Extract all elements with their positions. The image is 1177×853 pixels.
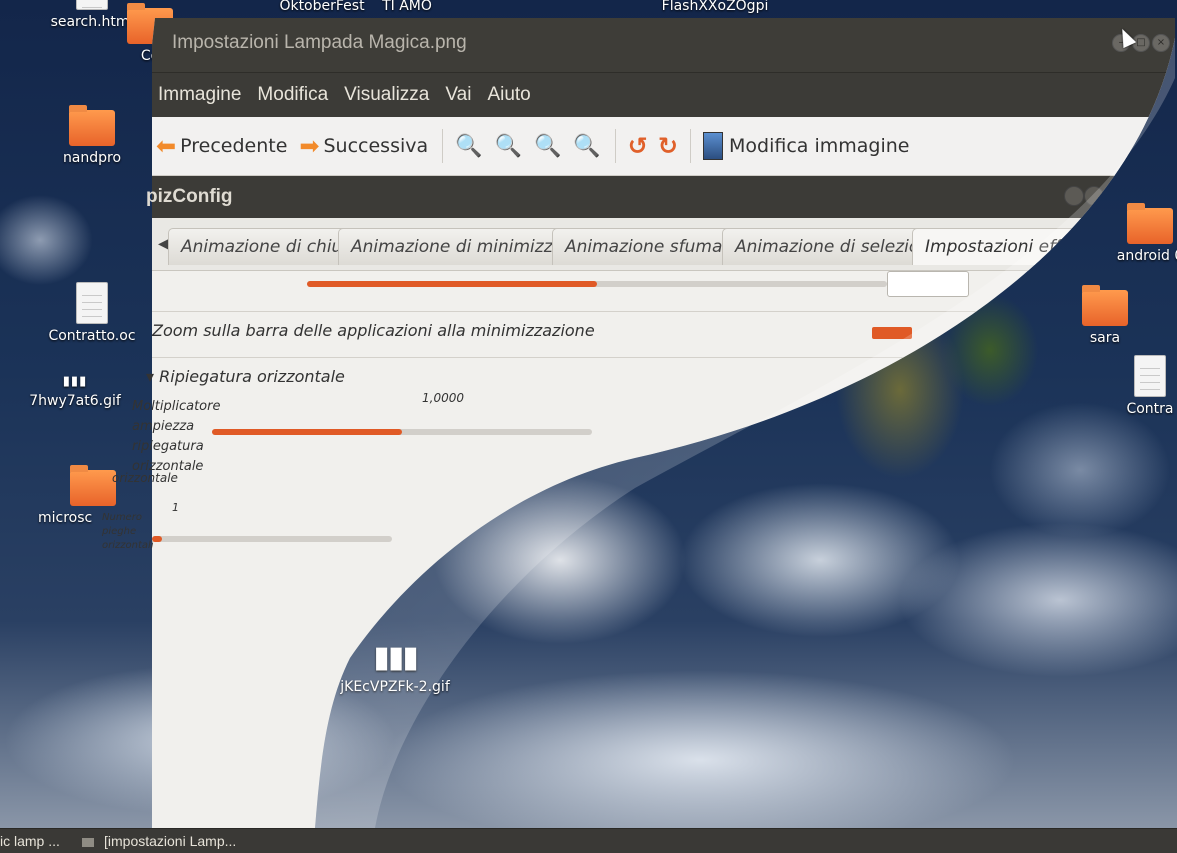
zoom-out-icon[interactable]: 🔍 bbox=[495, 134, 522, 159]
horizontal-label: orizzontale bbox=[112, 471, 178, 485]
menubar: Immagine Modifica Visualizza Vai Aiuto bbox=[152, 72, 1177, 117]
folds-slider-track bbox=[152, 536, 392, 542]
folder-icon bbox=[1082, 285, 1128, 326]
ccsm-tabbar: ◀ Animazione di chiusura Animazione di m… bbox=[152, 218, 1177, 271]
desktop-icon-android[interactable]: android 0 bbox=[1110, 203, 1177, 264]
window-icon bbox=[82, 837, 94, 847]
zoom-taskbar-toggle bbox=[872, 327, 912, 339]
edit-image-icon bbox=[703, 132, 723, 160]
desktop-icon-label: jKEcVPZFk-2.gif bbox=[340, 679, 450, 695]
menu-immagine[interactable]: Immagine bbox=[158, 84, 241, 106]
window-titlebar[interactable]: Impostazioni Lampada Magica.png – □ × bbox=[152, 18, 1177, 72]
edit-image-label: Modifica immagine bbox=[729, 135, 910, 157]
folder-icon bbox=[1127, 203, 1173, 244]
desktop-icon-nandpro[interactable]: nandpro bbox=[37, 105, 147, 166]
zoom-fit-icon[interactable]: 🔍 bbox=[573, 134, 600, 159]
multiplier-label: Moltiplicatore ampiezza ripiegatura oriz… bbox=[132, 399, 221, 474]
ccsm-titlebar: pizConfig bbox=[152, 176, 1177, 218]
desktop-icon-contra[interactable]: Contra bbox=[1120, 355, 1177, 417]
rotate-left-icon[interactable]: ↺ bbox=[628, 132, 648, 160]
desktop-icon-label: sara bbox=[1089, 330, 1121, 346]
desktop-icon-oktoberfest[interactable]: OktoberFest bbox=[272, 0, 372, 14]
arrow-right-icon: ➡ bbox=[299, 132, 320, 160]
top-slider-fill bbox=[307, 281, 597, 287]
taskbar-item-lamp[interactable]: ic lamp ... bbox=[0, 833, 60, 849]
ccsm-title: pizConfig bbox=[146, 186, 233, 207]
section-ripiegatura-label: ▾ Ripiegatura orizzontale bbox=[146, 367, 345, 386]
folds-value: 1 bbox=[172, 501, 179, 514]
zoom-taskbar-label: Zoom sulla barra delle applicazioni alla… bbox=[152, 321, 595, 340]
desktop-icon-label: OktoberFest bbox=[279, 0, 365, 14]
menu-visualizza[interactable]: Visualizza bbox=[344, 84, 429, 106]
close-button[interactable]: × bbox=[1152, 34, 1170, 52]
toolbar-separator bbox=[442, 129, 443, 163]
desktop-icon-label: nandpro bbox=[62, 150, 122, 166]
divider bbox=[152, 311, 1072, 312]
folder-icon bbox=[69, 105, 115, 146]
taskbar-item-label: [impostazioni Lamp... bbox=[104, 833, 237, 849]
taskbar-item-impostazioni[interactable]: [impostazioni Lamp... bbox=[82, 833, 236, 849]
menu-vai[interactable]: Vai bbox=[445, 84, 471, 106]
document-icon bbox=[1134, 355, 1166, 397]
window-title: Impostazioni Lampada Magica.png bbox=[172, 32, 467, 53]
folds-label: Numero pieghe orizzontali bbox=[102, 512, 154, 551]
arrow-left-icon: ⬅ bbox=[156, 132, 177, 160]
menu-aiuto[interactable]: Aiuto bbox=[487, 84, 530, 106]
rotate-right-icon[interactable]: ↻ bbox=[658, 132, 678, 160]
desktop-icon-label: 7hwy7at6.gif bbox=[29, 393, 121, 409]
next-button[interactable]: ➡ Successiva bbox=[299, 132, 428, 160]
edit-image-button[interactable]: Modifica immagine bbox=[703, 132, 909, 160]
document-icon bbox=[76, 282, 108, 324]
document-icon bbox=[76, 0, 108, 10]
taskbar: ic lamp ... [impostazioni Lamp... bbox=[0, 828, 1177, 853]
previous-button[interactable]: ⬅ Precedente bbox=[156, 132, 287, 160]
folds-slider-fill bbox=[152, 536, 162, 542]
desktop-icon-label: microsc bbox=[38, 510, 93, 526]
desktop-icon-label: android 0 bbox=[1116, 248, 1177, 264]
maximize-button[interactable]: □ bbox=[1132, 34, 1150, 52]
desktop-icon-label: FlashXXoZOgpi bbox=[661, 0, 769, 14]
multiplier-value: 1,0000 bbox=[422, 391, 464, 405]
desktop-icon-label: Contra bbox=[1126, 401, 1174, 417]
top-spin-field bbox=[887, 271, 969, 297]
ccsm-minimize-icon bbox=[1064, 186, 1084, 206]
section-ripiegatura-text: Ripiegatura orizzontale bbox=[159, 367, 345, 386]
zoom-normal-icon[interactable]: 🔍 bbox=[534, 134, 561, 159]
toolbar-separator bbox=[615, 129, 616, 163]
next-button-label: Successiva bbox=[323, 135, 429, 157]
desktop-icon-microsc[interactable]: microsc bbox=[30, 465, 116, 526]
desktop-icon-sara[interactable]: sara bbox=[1050, 285, 1160, 346]
desktop-icon-flash[interactable]: FlashXXoZOgpi bbox=[650, 0, 780, 14]
desktop-icon-label: TI AMO bbox=[382, 0, 432, 14]
menu-modifica[interactable]: Modifica bbox=[257, 84, 328, 106]
toolbar: ⬅ Precedente ➡ Successiva 🔍 🔍 🔍 🔍 ↺ ↻ Mo… bbox=[152, 117, 1177, 176]
previous-button-label: Precedente bbox=[180, 135, 288, 157]
toolbar-separator bbox=[690, 129, 691, 163]
multiplier-slider-fill bbox=[212, 429, 402, 435]
zoom-in-icon[interactable]: 🔍 bbox=[455, 134, 482, 159]
desktop-icon-ti-amo[interactable]: TI AMO bbox=[372, 0, 442, 14]
